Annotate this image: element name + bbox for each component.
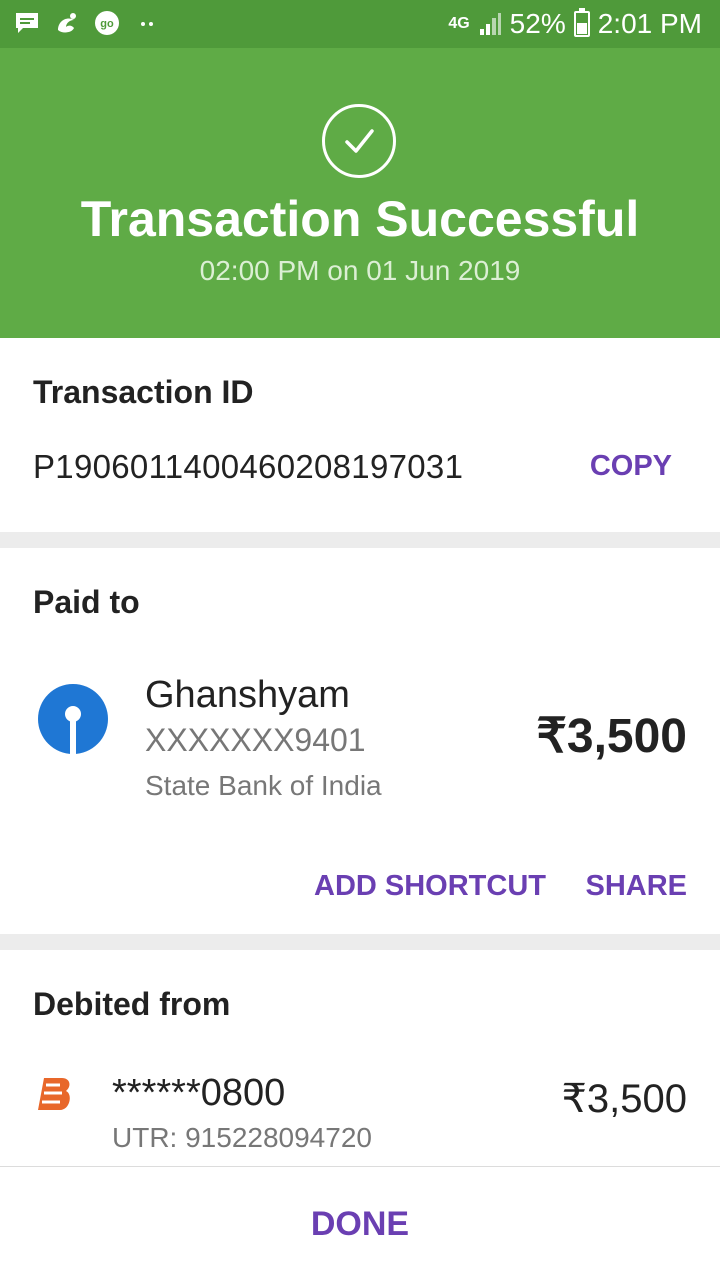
status-bar-right: 4G 52% 2:01 PM [448, 8, 702, 40]
message-icon [16, 13, 38, 33]
add-shortcut-button[interactable]: ADD SHORTCUT [314, 870, 546, 903]
debited-from-section: Debited from ******0800 UTR: 91522809472… [0, 950, 720, 1166]
svg-text:go: go [100, 18, 114, 30]
section-divider [0, 532, 720, 548]
check-circle-icon [322, 104, 396, 178]
paid-to-section: Paid to Ghanshyam XXXXXXX9401 State Bank… [0, 548, 720, 934]
clock: 2:01 PM [597, 8, 702, 39]
status-bar: go 4G 52% 2:01 PM [0, 0, 720, 48]
signal-icon [479, 13, 501, 35]
done-button[interactable]: DONE [0, 1205, 720, 1244]
bank-of-baroda-logo-icon [38, 1078, 70, 1110]
status-bar-left-icons: go [14, 10, 160, 36]
success-header: Transaction Successful 02:00 PM on 01 Ju… [0, 48, 720, 338]
network-indicator: 4G [448, 15, 470, 32]
uc-browser-icon [58, 13, 76, 33]
battery-percent: 52% [509, 8, 566, 39]
paid-to-label: Paid to [33, 584, 140, 620]
transaction-id-section: Transaction ID P1906011400460208197031 C… [0, 338, 720, 532]
debited-amount: ₹3,500 [561, 1077, 687, 1121]
footer-bar: DONE [0, 1166, 720, 1280]
debited-from-label: Debited from [33, 986, 231, 1022]
paid-amount: ₹3,500 [536, 710, 687, 763]
sbi-logo-icon [38, 684, 108, 754]
go-icon: go [95, 11, 119, 35]
more-dots-icon [141, 22, 153, 26]
section-divider [0, 934, 720, 950]
copy-button[interactable]: COPY [590, 450, 672, 483]
page-title: Transaction Successful [80, 191, 640, 247]
transaction-id-value: P1906011400460208197031 [33, 448, 464, 485]
transaction-datetime: 02:00 PM on 01 Jun 2019 [199, 255, 521, 286]
utr-number: UTR: 915228094720 [112, 1122, 372, 1153]
transaction-id-label: Transaction ID [33, 374, 254, 410]
payee-name: Ghanshyam [145, 674, 350, 716]
debit-account: ******0800 [112, 1072, 286, 1114]
payee-bank: State Bank of India [145, 770, 382, 801]
battery-icon [573, 8, 590, 37]
share-button[interactable]: SHARE [585, 870, 687, 903]
payee-account: XXXXXXX9401 [145, 722, 366, 758]
